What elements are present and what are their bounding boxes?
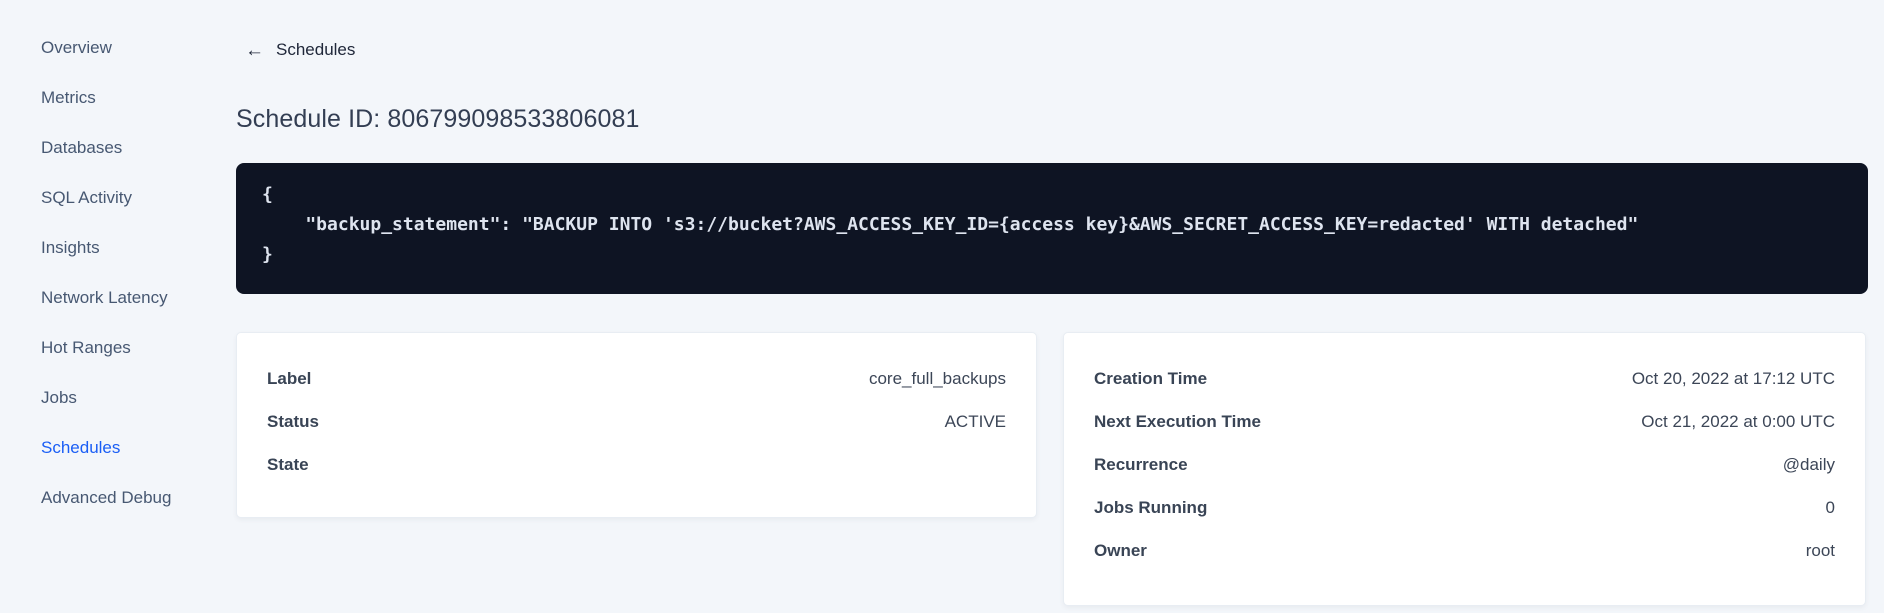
sidebar-item-hot-ranges[interactable]: Hot Ranges: [0, 323, 215, 373]
sidebar-item-metrics[interactable]: Metrics: [0, 73, 215, 123]
detail-row-recurrence: Recurrence @daily: [1094, 443, 1835, 486]
schedule-label-card: Label core_full_backups Status ACTIVE St…: [236, 332, 1037, 518]
sidebar-item-overview[interactable]: Overview: [0, 23, 215, 73]
label-key: Label: [267, 368, 312, 388]
page-title: Schedule ID: 806799098533806081: [236, 104, 640, 133]
sidebar-item-jobs[interactable]: Jobs: [0, 373, 215, 423]
sidebar-item-databases[interactable]: Databases: [0, 123, 215, 173]
back-to-schedules-link[interactable]: ← Schedules: [245, 40, 355, 60]
sidebar-nav: Overview Metrics Databases SQL Activity …: [0, 0, 215, 613]
owner-value: root: [1805, 540, 1835, 560]
sidebar-item-sql-activity[interactable]: SQL Activity: [0, 173, 215, 223]
status-value: ACTIVE: [944, 411, 1006, 431]
jobs-running-value: 0: [1825, 497, 1835, 517]
backup-statement-code-block: { "backup_statement": "BACKUP INTO 's3:/…: [236, 163, 1868, 294]
recurrence-value: @daily: [1782, 454, 1835, 474]
schedule-timing-card: Creation Time Oct 20, 2022 at 17:12 UTC …: [1063, 332, 1866, 606]
detail-row-next-execution-time: Next Execution Time Oct 21, 2022 at 0:00…: [1094, 400, 1835, 443]
detail-row-label: Label core_full_backups: [267, 357, 1006, 400]
back-arrow-icon: ←: [245, 39, 264, 61]
recurrence-key: Recurrence: [1094, 454, 1188, 474]
sidebar-item-advanced-debug[interactable]: Advanced Debug: [0, 473, 215, 523]
detail-row-creation-time: Creation Time Oct 20, 2022 at 17:12 UTC: [1094, 357, 1835, 400]
jobs-running-key: Jobs Running: [1094, 497, 1208, 517]
backup-statement-json: { "backup_statement": "BACKUP INTO 's3:/…: [262, 184, 1639, 265]
next-execution-time-key: Next Execution Time: [1094, 411, 1261, 431]
sidebar-item-network-latency[interactable]: Network Latency: [0, 273, 215, 323]
detail-row-jobs-running: Jobs Running 0: [1094, 486, 1835, 529]
state-key: State: [267, 454, 309, 474]
detail-row-status: Status ACTIVE: [267, 400, 1006, 443]
sidebar-item-schedules[interactable]: Schedules: [0, 423, 215, 473]
back-link-label: Schedules: [276, 40, 356, 59]
sidebar-item-insights[interactable]: Insights: [0, 223, 215, 273]
creation-time-value: Oct 20, 2022 at 17:12 UTC: [1631, 368, 1835, 388]
label-value: core_full_backups: [868, 368, 1006, 388]
status-key: Status: [267, 411, 319, 431]
detail-row-state: State: [267, 443, 1006, 486]
next-execution-time-value: Oct 21, 2022 at 0:00 UTC: [1641, 411, 1835, 431]
detail-row-owner: Owner root: [1094, 529, 1835, 572]
owner-key: Owner: [1094, 540, 1147, 560]
creation-time-key: Creation Time: [1094, 368, 1208, 388]
